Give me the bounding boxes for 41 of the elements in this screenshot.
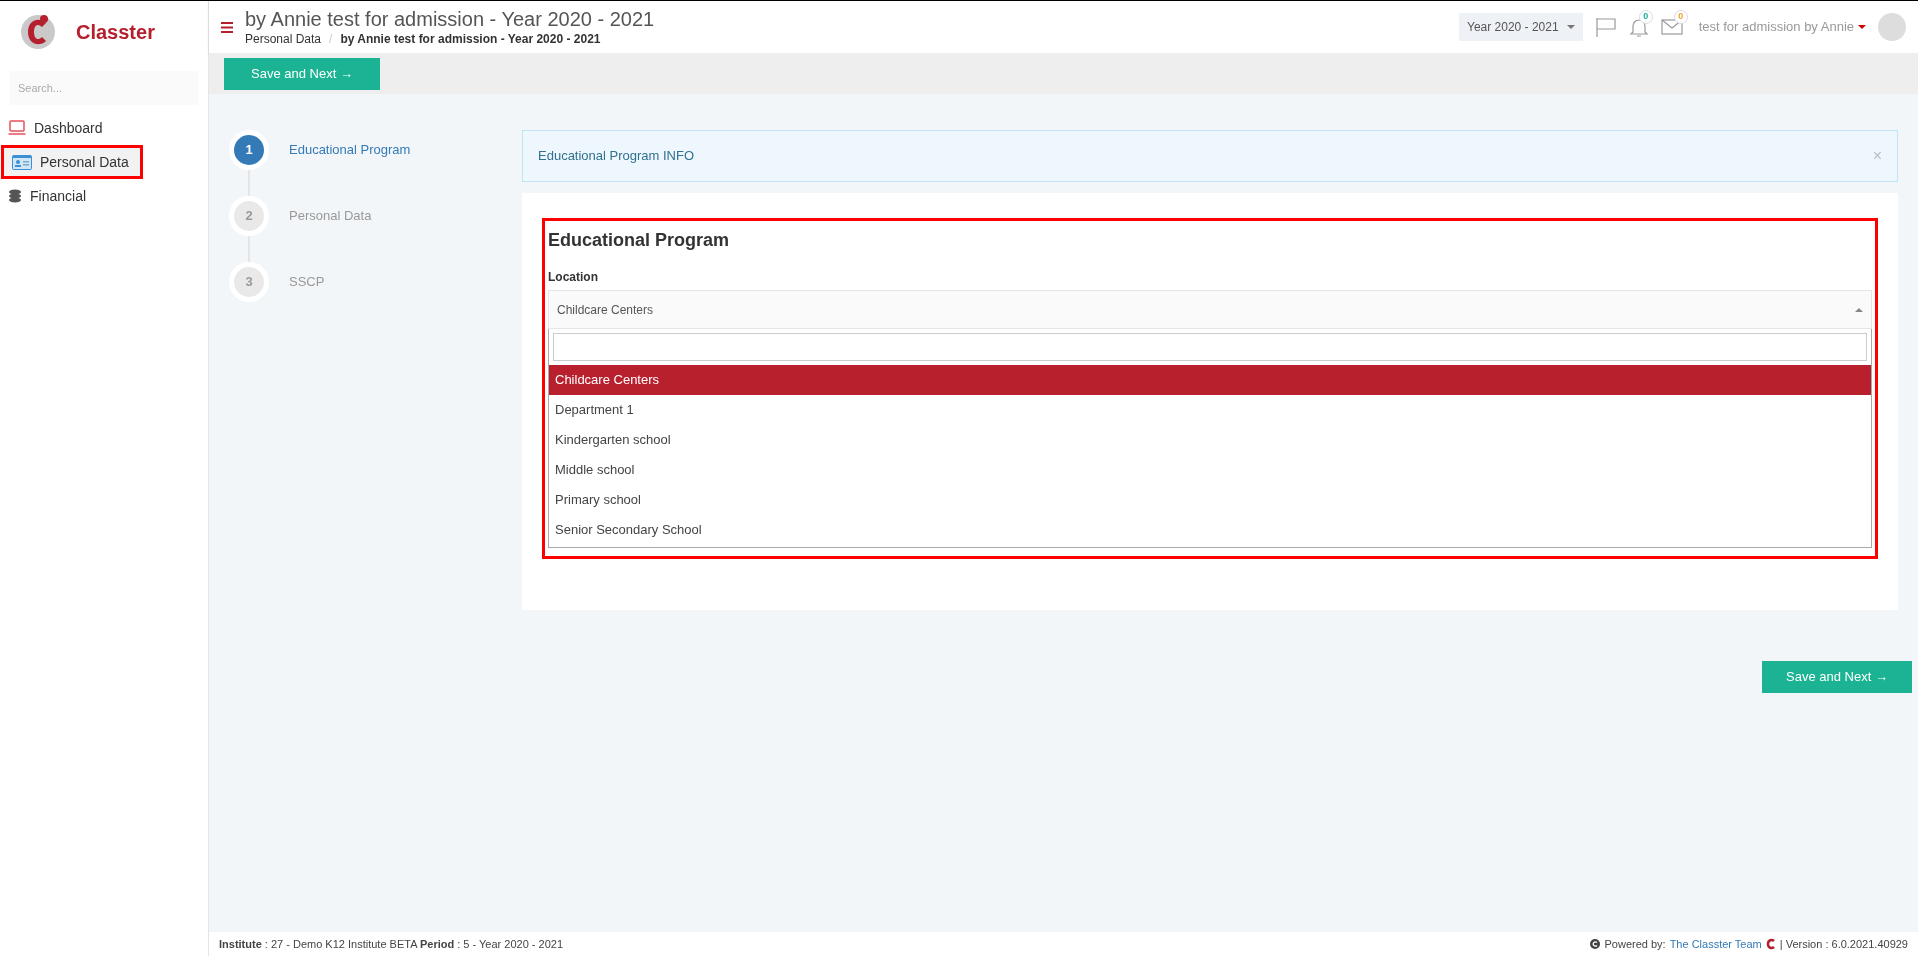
- caret-icon: [1855, 307, 1863, 312]
- caret-icon: [1566, 25, 1575, 29]
- dropdown-option[interactable]: Middle school: [549, 455, 1871, 485]
- search-field[interactable]: Search...: [10, 71, 198, 105]
- envelope-icon[interactable]: [1660, 18, 1683, 36]
- notification-count: 0: [1638, 10, 1653, 24]
- id-card-icon: [12, 154, 32, 170]
- version-text: | Version : 6.0.2021.40929: [1779, 936, 1908, 952]
- brand-name: Classter: [76, 20, 155, 45]
- breadcrumb-separator: /: [329, 32, 333, 47]
- field-label: Location: [548, 269, 599, 286]
- copyright-icon: [1590, 939, 1601, 949]
- coins-icon: [8, 188, 22, 204]
- nav-item[interactable]: Financial: [0, 179, 208, 213]
- dropdown-option[interactable]: Senior Secondary School: [549, 515, 1871, 545]
- laptop-icon: [8, 120, 26, 136]
- institute-info: Institute : 27 - Demo K12 Institute BETA Period : 5 - Year 2020 - 2021: [219, 936, 564, 952]
- breadcrumb-current: by Annie test for admission - Year 2020 - 2021: [340, 32, 601, 47]
- step-label[interactable]: Educational Program: [289, 140, 411, 160]
- step-number[interactable]: 1: [229, 130, 269, 170]
- section-title: Educational Program: [548, 229, 731, 252]
- nav-item[interactable]: Dashboard: [0, 111, 208, 145]
- message-count: 0: [1673, 10, 1688, 24]
- location-select[interactable]: Childcare Centers: [548, 290, 1872, 329]
- dropdown-option[interactable]: Kindergarten school: [549, 425, 1871, 455]
- powered-by-label: Powered by:: [1604, 936, 1666, 952]
- breadcrumb-link[interactable]: Personal Data: [245, 32, 322, 47]
- dropdown-option[interactable]: Primary school: [549, 485, 1871, 515]
- avatar[interactable]: [1878, 13, 1906, 41]
- flag-icon[interactable]: [1594, 17, 1617, 37]
- menu-icon[interactable]: [221, 21, 233, 33]
- nav-item[interactable]: Personal Data: [1, 145, 143, 179]
- info-text: Educational Program INFO: [538, 147, 695, 166]
- caret-icon: [1858, 25, 1866, 29]
- dropdown-search-field[interactable]: [553, 333, 1867, 361]
- page-title: by Annie test for admission - Year 2020 - 2021: [245, 7, 655, 32]
- team-link[interactable]: The Classter Team: [1669, 935, 1762, 953]
- year-select[interactable]: Year 2020 - 2021: [1459, 13, 1583, 41]
- dropdown-option[interactable]: Childcare Centers: [549, 365, 1871, 395]
- logo-icon: [1765, 938, 1776, 950]
- dropdown-option[interactable]: Department 1: [549, 395, 1871, 425]
